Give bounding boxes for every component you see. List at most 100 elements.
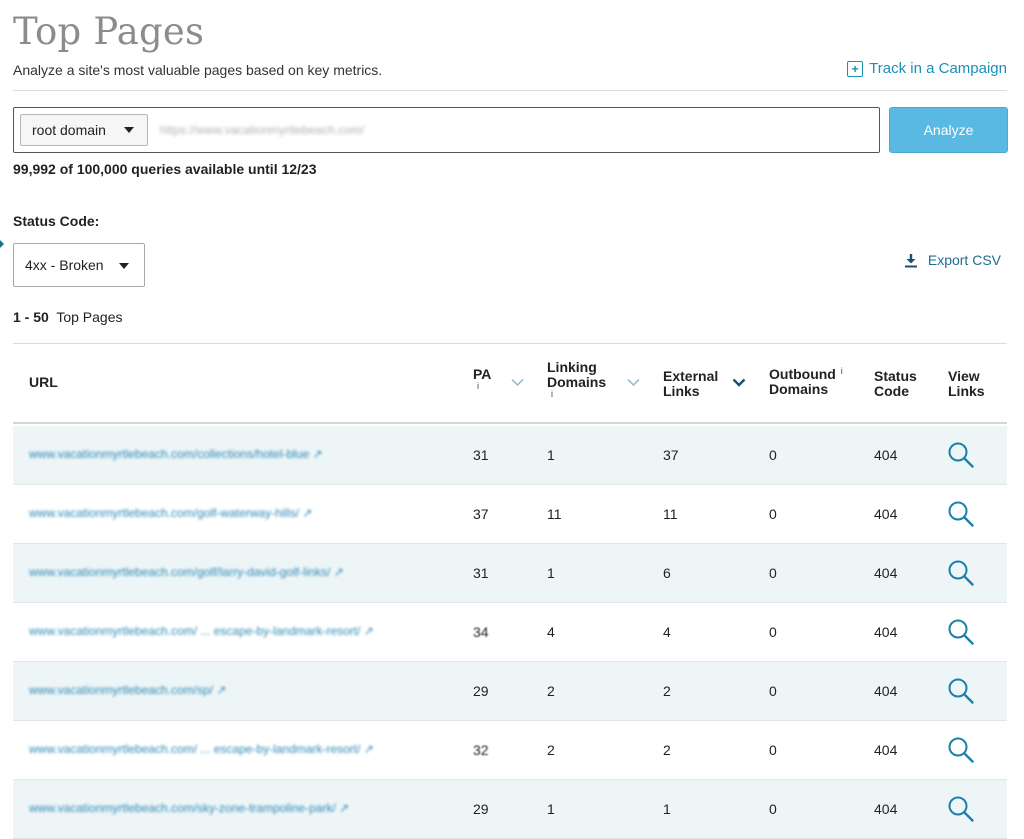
table-row: www.vacationmyrtlebeach.com/sp/ ↗ 29 2 2… [13,662,1007,721]
analyze-button[interactable]: Analyze [889,107,1008,153]
row-external-links: 37 [663,447,679,463]
row-outbound-domains: 0 [769,447,777,463]
row-status-code: 404 [874,683,898,699]
export-csv-link[interactable]: Export CSV [904,252,1001,268]
table-row: www.vacationmyrtlebeach.com/ ... escape-… [13,721,1007,780]
query-quota: 99,992 of 100,000 queries available unti… [13,161,317,177]
search-icon[interactable] [947,677,975,705]
column-header-pa[interactable]: PA i [473,366,492,391]
status-code-label: Status Code: [13,213,100,229]
column-header-linking-domains-line2: Domains [547,374,607,390]
table-header: URL PA i Linking Domains i External Link… [13,344,1007,424]
row-pa: 34 [473,624,489,640]
scope-select-value: root domain [32,122,106,138]
plus-box-icon: + [847,60,864,77]
column-header-outbound-domains[interactable]: Outbound i Domains [769,367,843,397]
caret-down-icon [119,263,129,269]
page-subtitle: Analyze a site's most valuable pages bas… [13,62,383,78]
column-header-view-links-line1: View [948,368,980,384]
row-url-link[interactable]: www.vacationmyrtlebeach.com/ ... escape-… [29,742,374,756]
row-url-link[interactable]: www.vacationmyrtlebeach.com/golf-waterwa… [29,506,312,520]
row-url-link[interactable]: www.vacationmyrtlebeach.com/collections/… [29,447,323,461]
sort-chevron-icon[interactable] [511,378,524,387]
column-header-view-links: View Links [948,369,985,399]
row-outbound-domains: 0 [769,801,777,817]
row-linking-domains: 1 [547,565,555,581]
column-header-external-links-line2: Links [663,383,700,399]
search-icon[interactable] [947,559,975,587]
row-linking-domains: 2 [547,683,555,699]
row-status-code: 404 [874,624,898,640]
search-icon[interactable] [947,795,975,823]
column-header-status-code-line1: Status [874,368,917,384]
row-external-links: 1 [663,801,671,817]
column-header-outbound-domains-line1: Outbound [769,366,836,382]
column-header-external-links[interactable]: External Links [663,369,718,399]
row-external-links: 2 [663,742,671,758]
column-header-url: URL [29,374,58,390]
row-external-links: 11 [663,506,678,522]
search-box: root domain [13,107,880,153]
sort-chevron-icon[interactable] [627,378,640,387]
results-range-count: 1 - 50 [13,309,49,325]
left-edge-marker [0,240,4,248]
table-row: www.vacationmyrtlebeach.com/collections/… [13,426,1007,485]
scope-select[interactable]: root domain [20,114,148,146]
download-icon [904,253,917,267]
row-pa: 31 [473,565,489,581]
column-header-pa-label: PA [473,366,492,382]
row-status-code: 404 [874,447,898,463]
column-header-view-links-line2: Links [948,383,985,399]
row-external-links: 2 [663,683,671,699]
row-url-link[interactable]: www.vacationmyrtlebeach.com/ ... escape-… [29,624,374,638]
row-outbound-domains: 0 [769,624,777,640]
column-header-outbound-domains-line2: Domains [769,381,829,397]
row-outbound-domains: 0 [769,506,777,522]
status-code-value: 4xx - Broken [25,257,104,273]
row-url-link[interactable]: www.vacationmyrtlebeach.com/sp/ ↗ [29,683,226,697]
table-body: www.vacationmyrtlebeach.com/collections/… [13,426,1007,839]
track-in-campaign-label: Track in a Campaign [869,60,1007,77]
column-header-linking-domains-line1: Linking [547,359,597,375]
row-linking-domains: 11 [547,506,562,522]
table-row: www.vacationmyrtlebeach.com/ ... escape-… [13,603,1007,662]
row-outbound-domains: 0 [769,683,777,699]
column-header-linking-domains[interactable]: Linking Domains i [547,359,607,399]
row-url-link[interactable]: www.vacationmyrtlebeach.com/sky-zone-tra… [29,801,349,815]
row-status-code: 404 [874,506,898,522]
header-divider [13,90,1007,91]
row-pa: 29 [473,683,489,699]
column-header-status-code-line2: Code [874,383,909,399]
search-icon[interactable] [947,618,975,646]
status-code-select[interactable]: 4xx - Broken [13,243,145,287]
row-external-links: 6 [663,565,671,581]
row-pa: 31 [473,447,489,463]
sort-chevron-active-icon[interactable] [732,378,746,387]
row-status-code: 404 [874,742,898,758]
caret-down-icon [124,127,134,133]
row-external-links: 4 [663,624,671,640]
results-range: 1 - 50 Top Pages [13,309,123,325]
search-icon[interactable] [947,441,975,469]
table-row: www.vacationmyrtlebeach.com/golf-waterwa… [13,485,1007,544]
export-csv-label: Export CSV [927,252,1001,268]
info-icon[interactable]: i [840,366,843,376]
row-outbound-domains: 0 [769,742,777,758]
row-pa: 32 [473,742,489,758]
row-outbound-domains: 0 [769,565,777,581]
column-header-external-links-line1: External [663,368,719,384]
info-icon[interactable]: i [473,382,491,391]
column-header-status-code: Status Code [874,369,917,399]
row-status-code: 404 [874,565,898,581]
search-icon[interactable] [947,500,975,528]
row-pa: 29 [473,801,489,817]
url-input[interactable] [160,114,860,146]
search-icon[interactable] [947,736,975,764]
row-status-code: 404 [874,801,898,817]
row-linking-domains: 1 [547,801,555,817]
table-row: www.vacationmyrtlebeach.com/sky-zone-tra… [13,780,1007,839]
info-icon[interactable]: i [547,390,606,399]
track-in-campaign-link[interactable]: + Track in a Campaign [847,60,1007,77]
page-title: Top Pages [13,10,205,53]
row-url-link[interactable]: www.vacationmyrtlebeach.com/golf/larry-d… [29,565,344,579]
